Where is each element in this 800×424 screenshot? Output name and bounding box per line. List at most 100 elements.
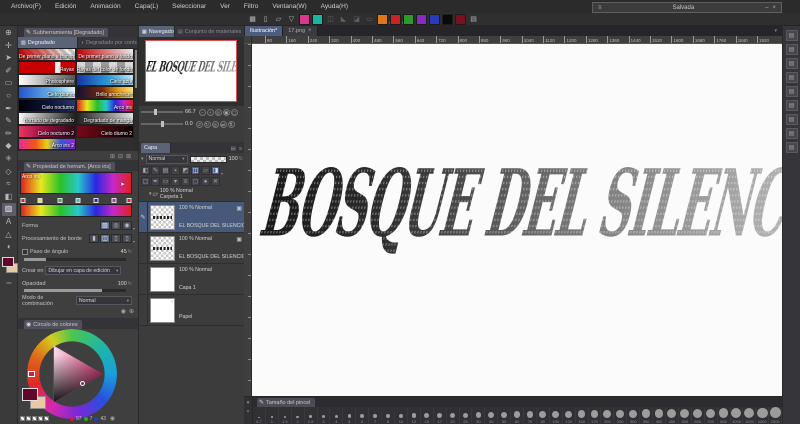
gradient-preset[interactable]: Rayas xyxy=(18,60,76,74)
eraser-tool[interactable]: ◇ xyxy=(2,166,16,179)
edge-extend-button[interactable]: ▯ ▾ xyxy=(122,234,135,244)
layer-row-capa-1[interactable]: 100 % Normal Capa 1 xyxy=(139,264,245,295)
brush-size-80[interactable]: 80 xyxy=(537,407,550,424)
brush-size-40[interactable]: 40 xyxy=(485,407,499,424)
gradient-preset[interactable]: Photosphere xyxy=(18,73,76,87)
brush-size-60[interactable]: 60 xyxy=(511,407,525,424)
brush-size-7[interactable]: 7 xyxy=(369,407,383,424)
decoration-tool[interactable]: ✳ xyxy=(2,153,16,166)
tab-capa[interactable]: Capa xyxy=(141,143,171,153)
brush-size-2.5[interactable]: 2.5 xyxy=(305,407,318,424)
tab-17png[interactable]: 17.png × xyxy=(283,26,318,36)
layer-thumbnail[interactable] xyxy=(150,236,175,261)
zoom-slider[interactable] xyxy=(141,109,183,115)
brush-size-12[interactable]: 12 xyxy=(408,407,421,424)
menu-ver[interactable]: Ver xyxy=(213,3,237,10)
actual-pixels-icon[interactable]: ▢ xyxy=(230,108,238,116)
menu-edicin[interactable]: Edición xyxy=(48,3,83,10)
search-subtool-icon[interactable]: ⊕ xyxy=(129,308,134,315)
reference-layer-icon[interactable]: ✎ xyxy=(151,166,160,175)
blend-tool[interactable]: ≈ xyxy=(2,178,16,191)
rotate-right-icon[interactable]: ↻ xyxy=(203,120,211,128)
new-folder-icon[interactable]: ▭ xyxy=(161,177,170,186)
brush-size-4[interactable]: 4 xyxy=(330,407,344,424)
shape-ellipse-button[interactable]: ◉ ▾ xyxy=(122,221,135,233)
brush-size-1200[interactable]: 1200 xyxy=(743,407,757,424)
operation-tool[interactable]: ➤ xyxy=(2,52,16,65)
menu-ayudah[interactable]: Ayuda(H) xyxy=(314,3,355,10)
brush-size-1.5[interactable]: 1.5 xyxy=(279,407,292,424)
color-set-darkred[interactable] xyxy=(455,14,466,25)
material-panel-icon-7[interactable]: ▤ xyxy=(785,114,798,125)
delete-layer-icon[interactable]: ✕ xyxy=(211,177,220,186)
new-document-icon[interactable]: ▯ xyxy=(260,14,271,25)
layer-color-icon[interactable]: ◨ ▾ xyxy=(211,166,223,176)
brush-size-1[interactable]: 1 xyxy=(266,407,279,424)
angle-slider[interactable] xyxy=(24,258,126,261)
collapse-panel-icon[interactable]: ▾ xyxy=(247,400,250,406)
blend-mode-dropdown[interactable]: Normal ▾ xyxy=(75,296,132,305)
gradient-preset[interactable]: Cielo nocturno 2 xyxy=(18,124,76,138)
menu-animacin[interactable]: Animación xyxy=(83,3,127,10)
material-panel-icon-3[interactable]: ▤ xyxy=(785,58,798,69)
move-tool[interactable]: ✛ xyxy=(2,40,16,53)
stepper-icon[interactable]: ↻ xyxy=(239,156,243,162)
brush-size-170[interactable]: 170 xyxy=(589,407,602,424)
layer-panel-list-icon[interactable]: ▤ xyxy=(231,146,236,152)
layer-row-papel[interactable]: Papel ▪ xyxy=(139,295,245,326)
figure-tool[interactable]: △ xyxy=(2,229,16,242)
history-swatch-2[interactable] xyxy=(26,416,31,421)
layer-blend-dropdown[interactable]: Normal ▾ xyxy=(145,154,188,164)
menu-filtro[interactable]: Filtro xyxy=(237,3,265,10)
blend-icon[interactable]: ◪ xyxy=(351,14,362,25)
flip-vertical-icon[interactable]: ⇅ xyxy=(227,120,235,128)
color-set-purple[interactable] xyxy=(416,14,427,25)
stepper-icon[interactable]: ↻ xyxy=(128,281,132,287)
gradient-stop[interactable] xyxy=(75,198,81,203)
brush-size-250[interactable]: 250 xyxy=(614,407,628,424)
close-tab-icon[interactable]: × xyxy=(308,28,312,34)
fill-tool[interactable]: ◧ xyxy=(2,191,16,204)
gradient-preset[interactable]: Cielo diurno xyxy=(18,86,76,100)
rotate-left-icon[interactable]: ↺ xyxy=(195,120,203,128)
zoom-in-icon[interactable]: + xyxy=(206,108,214,116)
create-in-dropdown[interactable]: Dibujar en capa de edición ▾ xyxy=(45,266,122,275)
new-raster-layer-icon[interactable]: ▢ xyxy=(141,177,150,186)
brush-size-2000[interactable]: 2000 xyxy=(769,407,783,424)
color-marker[interactable] xyxy=(80,381,85,386)
open-file-icon[interactable]: ▱ xyxy=(273,14,284,25)
brush-size-2[interactable]: 2 xyxy=(292,407,305,424)
gradient-preset[interactable]: Cielo nocturno xyxy=(18,99,76,112)
new-vector-layer-icon[interactable]: ✒ xyxy=(151,177,160,186)
brush-size-3[interactable]: 3 xyxy=(318,407,331,424)
canvas[interactable]: EL BOSQUE DEL SILENCIO xyxy=(252,44,782,396)
text-tool[interactable]: A xyxy=(2,216,16,229)
brush-size-1500[interactable]: 1500 xyxy=(756,407,770,424)
menu-capal[interactable]: Capa(L) xyxy=(128,3,165,10)
gradient-preset[interactable]: Borrado de degradado xyxy=(18,111,76,125)
apply-mask-icon[interactable]: ● xyxy=(201,177,210,186)
color-set-teal[interactable] xyxy=(312,14,323,25)
gradient-preset[interactable]: De primer plano a transp xyxy=(18,48,76,61)
foreground-color-swatch[interactable] xyxy=(22,388,38,401)
brush-size-20[interactable]: 20 xyxy=(447,407,460,424)
pen-tool[interactable]: ✒ xyxy=(2,103,16,116)
minimize-button[interactable]: – xyxy=(763,5,770,11)
window-menu-icon[interactable]: ≡ xyxy=(596,5,604,11)
brush-size-300[interactable]: 300 xyxy=(627,407,641,424)
lock-alpha-icon[interactable]: ◩ xyxy=(181,166,190,175)
hue-marker[interactable] xyxy=(28,371,35,377)
history-swatch-1[interactable] xyxy=(20,416,25,421)
brush-size-5[interactable]: 5 xyxy=(343,407,357,424)
color-set-blue[interactable] xyxy=(429,14,440,25)
brush-size-25[interactable]: 25 xyxy=(460,407,473,424)
gradient-preset[interactable]: Degradado de manga xyxy=(76,111,134,125)
shape-ellipse-button-dropdown-icon[interactable]: ▾ xyxy=(133,224,135,233)
brush-size-15[interactable]: 15 xyxy=(421,407,434,424)
fit-screen-icon[interactable]: ▣ xyxy=(222,108,230,116)
create-mask-icon[interactable]: ◻ xyxy=(191,177,200,186)
brush-size-1000[interactable]: 1000 xyxy=(731,407,744,424)
gradient-preset[interactable]: Brillo anochecer xyxy=(76,86,134,100)
shape-circle-button[interactable]: ◎ xyxy=(111,221,121,230)
import-subtool-icon[interactable]: ⊞ xyxy=(110,153,115,160)
